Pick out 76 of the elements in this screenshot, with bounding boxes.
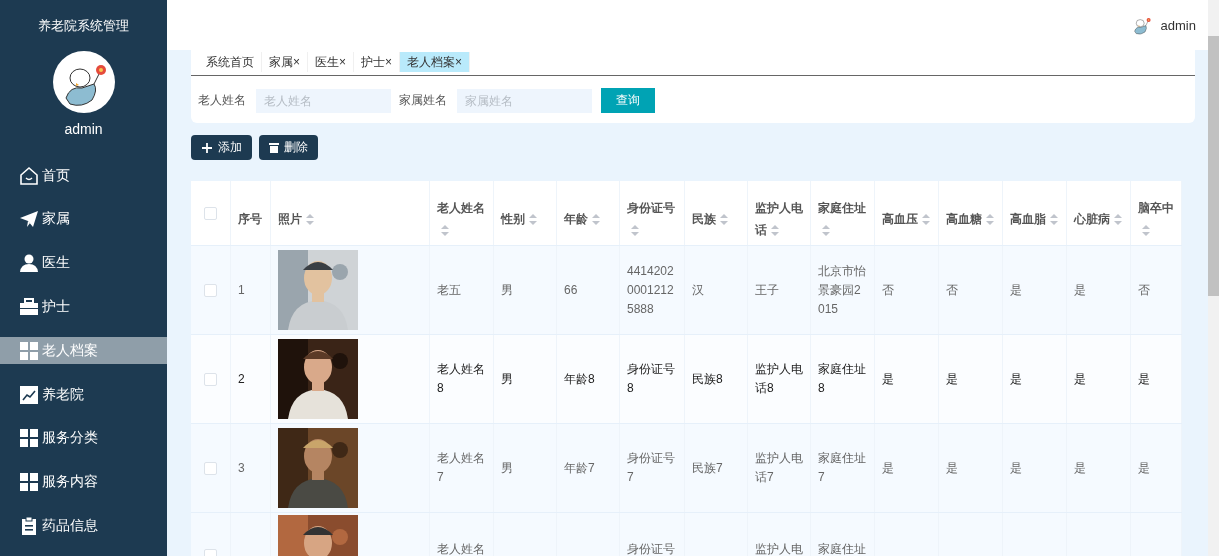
table-cell: 身份证号8 bbox=[620, 335, 685, 423]
table-cell: 否 bbox=[939, 246, 1003, 334]
table-cell: 老人姓名8 bbox=[430, 335, 494, 423]
table-cell: 2 bbox=[231, 335, 271, 423]
column-header[interactable]: 民族 bbox=[685, 181, 748, 245]
column-header[interactable]: 监护人电话 bbox=[748, 181, 811, 245]
user-name: admin bbox=[64, 121, 103, 137]
sidebar-item[interactable]: 服务分类 bbox=[0, 424, 167, 452]
user-name: admin bbox=[1160, 17, 1196, 33]
table-cell: 家庭住址8 bbox=[811, 335, 875, 423]
table-cell: 男 bbox=[494, 424, 557, 512]
table-cell: 否 bbox=[1131, 246, 1182, 334]
table-cell: 是 bbox=[1131, 335, 1182, 423]
tab[interactable]: 老人档案× bbox=[400, 52, 471, 72]
sidebar-item[interactable]: 药品信息 bbox=[0, 512, 167, 540]
tab[interactable]: 系统首页 bbox=[199, 52, 262, 72]
table-cell: 监护人电话7 bbox=[748, 424, 811, 512]
table-cell: 是 bbox=[1003, 424, 1067, 512]
table-cell: 是 bbox=[875, 424, 939, 512]
table-cell: 民族8 bbox=[685, 335, 748, 423]
column-header[interactable]: 性别 bbox=[494, 181, 557, 245]
table-cell: 441420200012125888 bbox=[620, 246, 685, 334]
table-cell: 北京市怡景豪园2015 bbox=[811, 246, 875, 334]
table-cell: 老人姓名 bbox=[430, 513, 494, 556]
column-header[interactable]: 身份证号 bbox=[620, 181, 685, 245]
column-header[interactable]: 序号 bbox=[231, 181, 271, 245]
table-cell: 66 bbox=[557, 246, 620, 334]
table-cell: 是 bbox=[1003, 335, 1067, 423]
sidebar-item[interactable]: 医生 bbox=[0, 249, 167, 277]
column-header[interactable]: 脑卒中 bbox=[1131, 181, 1182, 245]
table-cell: 监护人电 bbox=[748, 513, 811, 556]
table-cell: 老五 bbox=[430, 246, 494, 334]
table-cell: 是 bbox=[1067, 424, 1131, 512]
table-cell: 是 bbox=[1067, 335, 1131, 423]
table-cell: 是 bbox=[1131, 424, 1182, 512]
table-cell: 是 bbox=[875, 335, 939, 423]
app-title: 养老院系统管理 bbox=[38, 17, 129, 35]
table-cell: 男 bbox=[494, 335, 557, 423]
table-cell: 身份证号 bbox=[620, 513, 685, 556]
table-cell: 民族7 bbox=[685, 424, 748, 512]
table-cell: 1 bbox=[231, 246, 271, 334]
table-cell: 汉 bbox=[685, 246, 748, 334]
table-cell: 是 bbox=[1003, 246, 1067, 334]
field-label: 家属姓名 bbox=[399, 92, 447, 109]
table-cell: 否 bbox=[875, 246, 939, 334]
column-header[interactable]: 高血糖 bbox=[939, 181, 1003, 245]
sidebar-item[interactable]: 养老院 bbox=[0, 380, 167, 409]
column-header[interactable]: 老人姓名 bbox=[430, 181, 494, 245]
sidebar-item[interactable]: 服务内容 bbox=[0, 468, 167, 496]
sidebar-item[interactable]: 首页 bbox=[0, 162, 167, 190]
table-cell: 年龄7 bbox=[557, 424, 620, 512]
column-header[interactable]: 心脏病 bbox=[1067, 181, 1131, 245]
table-cell: 3 bbox=[231, 424, 271, 512]
sidebar-item[interactable]: 护士 bbox=[0, 293, 167, 321]
table-cell: 是 bbox=[939, 335, 1003, 423]
table-cell: 监护人电话8 bbox=[748, 335, 811, 423]
table-cell: 身份证号7 bbox=[620, 424, 685, 512]
tab[interactable]: 家属× bbox=[262, 52, 308, 72]
table-cell: 是 bbox=[939, 424, 1003, 512]
table-cell: 老人姓名7 bbox=[430, 424, 494, 512]
tab[interactable]: 医生× bbox=[308, 52, 355, 72]
column-header[interactable]: 高血压 bbox=[875, 181, 939, 245]
column-header[interactable]: 照片 bbox=[271, 181, 430, 245]
table-cell: 家庭住址 bbox=[811, 513, 875, 556]
column-header[interactable]: 年龄 bbox=[557, 181, 620, 245]
delete-button[interactable]: 删除 bbox=[259, 135, 318, 160]
sidebar-item[interactable]: 家属 bbox=[0, 205, 167, 234]
column-header[interactable]: 高血脂 bbox=[1003, 181, 1067, 245]
field-label: 老人姓名 bbox=[198, 92, 246, 109]
table-cell: 是 bbox=[1067, 246, 1131, 334]
table-cell: 男 bbox=[494, 246, 557, 334]
table-cell: 王子 bbox=[748, 246, 811, 334]
table-cell: 年龄8 bbox=[557, 335, 620, 423]
column-header[interactable]: 家庭住址 bbox=[811, 181, 875, 245]
add-button[interactable]: 添加 bbox=[191, 135, 252, 160]
table-cell: 家庭住址7 bbox=[811, 424, 875, 512]
